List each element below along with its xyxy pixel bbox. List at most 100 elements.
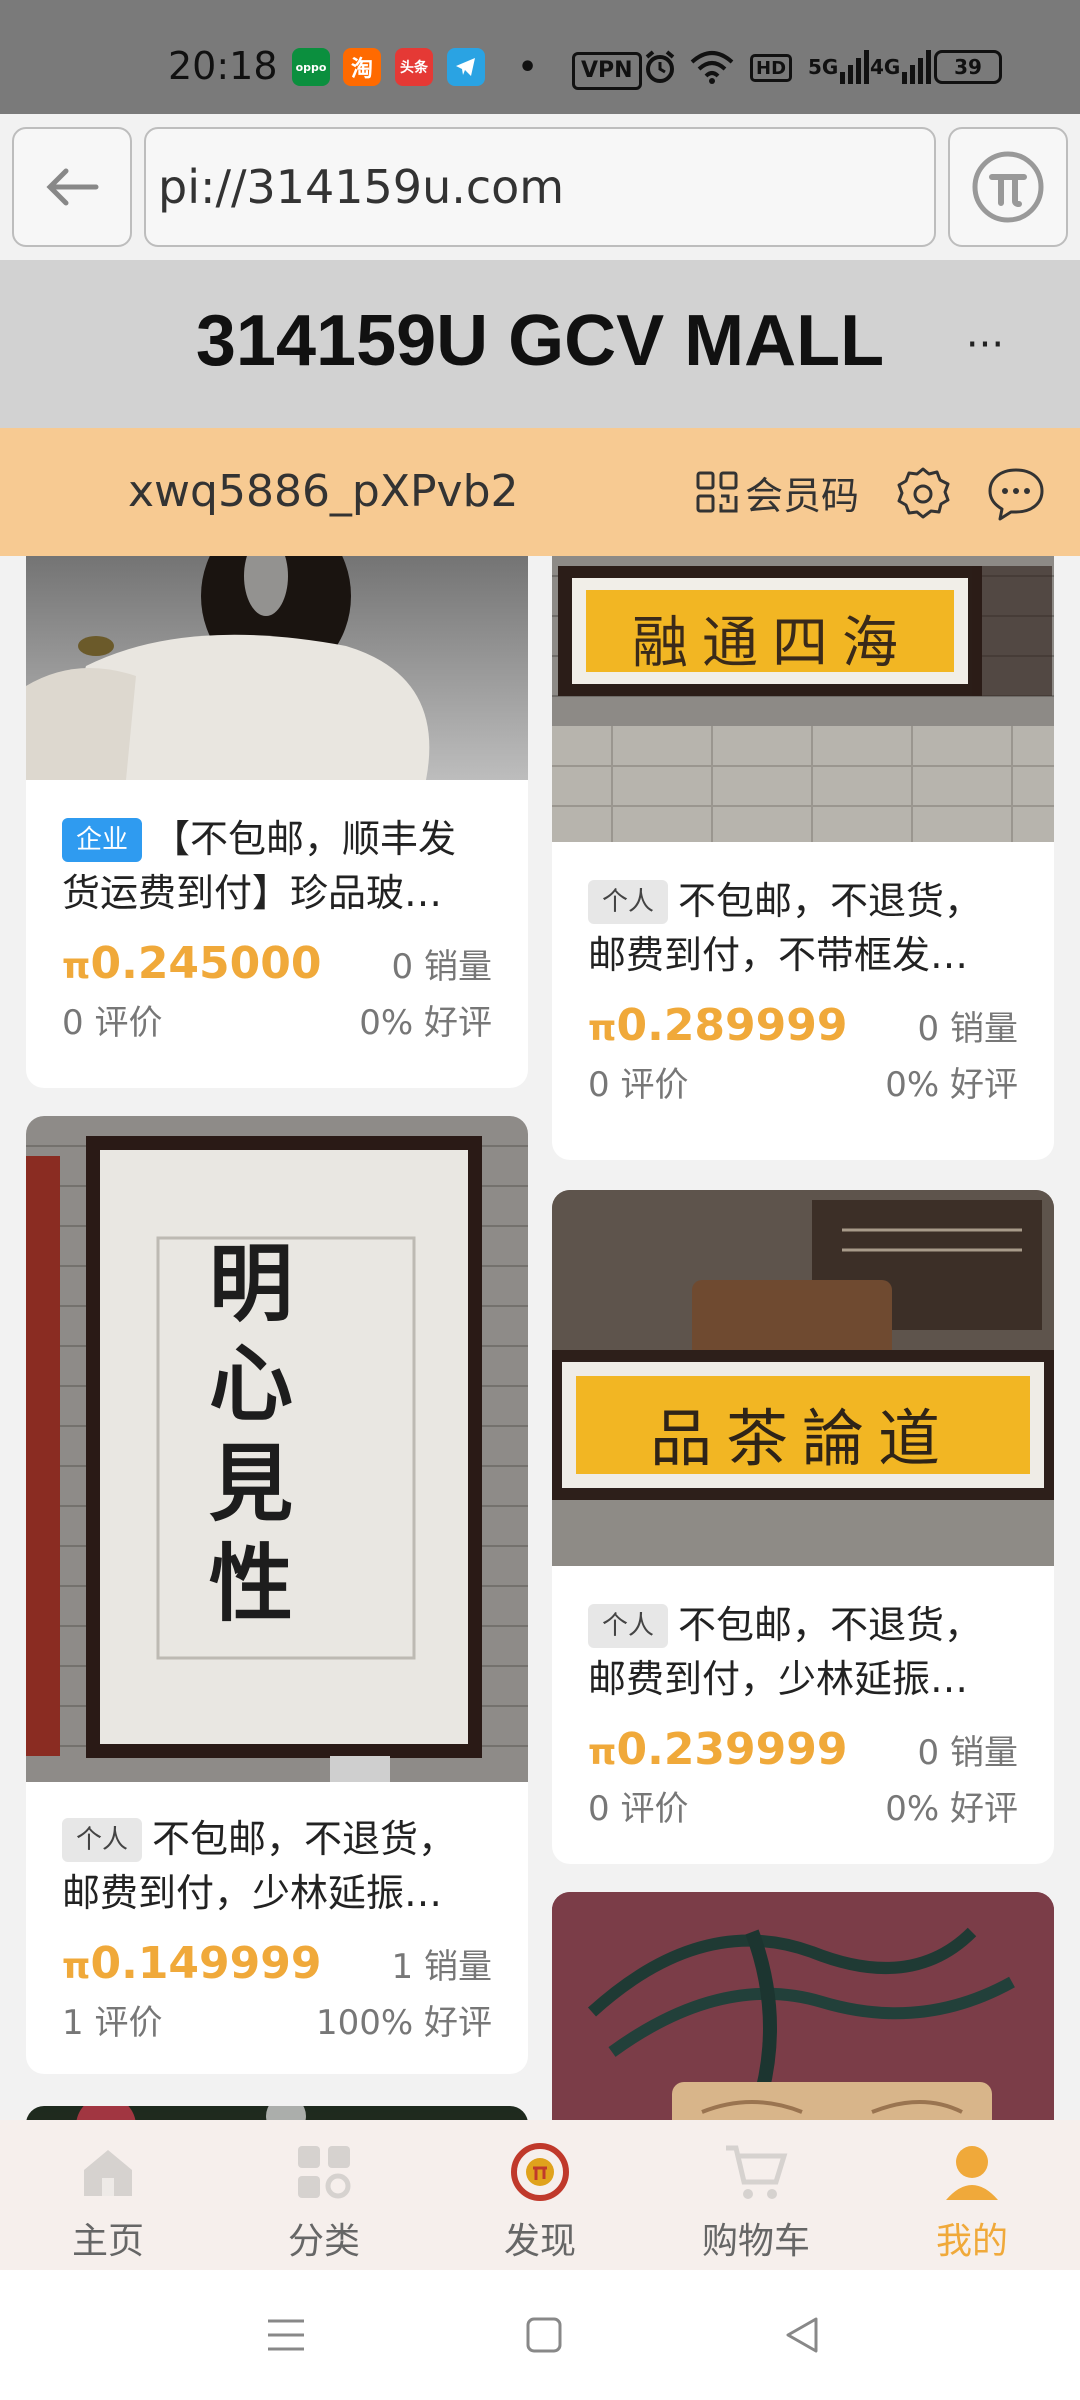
menu-nav-button[interactable] bbox=[256, 2310, 316, 2360]
user-bar: xwq5886_pXPvb2 会员码 bbox=[0, 428, 1080, 556]
product-title: 个人 不包邮，不退货，邮费到付，少林延振… bbox=[588, 1598, 1018, 1706]
url-bar[interactable]: pi://314159u.com bbox=[144, 127, 936, 247]
rating-percent: 0% 好评 bbox=[359, 1003, 492, 1043]
individual-tag: 个人 bbox=[588, 1604, 669, 1648]
rating-percent: 0% 好评 bbox=[885, 1065, 1018, 1105]
toutiao-app-icon: 头条 bbox=[395, 48, 433, 86]
taobao-app-icon: 淘 bbox=[343, 48, 381, 86]
individual-tag: 个人 bbox=[62, 1818, 143, 1862]
individual-tag: 个人 bbox=[588, 880, 669, 924]
rating-percent: 0% 好评 bbox=[885, 1789, 1018, 1829]
currency-symbol: π bbox=[62, 946, 91, 987]
product-card[interactable]: 品茶論道 个人 不包邮，不退货，邮费到付，少林延振… π0.239999 0 销量… bbox=[552, 1190, 1054, 1864]
product-price: π0.149999 bbox=[62, 1938, 322, 1989]
home-icon bbox=[76, 2140, 140, 2204]
product-title: 企业 【不包邮，顺丰发货运费到付】珍品玻… bbox=[62, 812, 492, 920]
category-icon bbox=[292, 2140, 356, 2204]
network-5g-label: 5G bbox=[808, 55, 839, 79]
enterprise-tag: 企业 bbox=[62, 818, 143, 862]
member-code-button[interactable]: 会员码 bbox=[695, 464, 859, 520]
review-count: 0 评价 bbox=[62, 1003, 163, 1043]
price-value: 0.289999 bbox=[616, 1000, 848, 1051]
product-card[interactable]: 企业 【不包邮，顺丰发货运费到付】珍品玻… π0.245000 0 销量 0 评价… bbox=[26, 556, 528, 1088]
message-button[interactable] bbox=[985, 464, 1047, 524]
url-text: pi://314159u.com bbox=[158, 160, 565, 214]
vpn-badge: VPN bbox=[572, 52, 642, 90]
nav-profile[interactable]: 我的 bbox=[864, 2120, 1080, 2270]
status-time: 20:18 bbox=[168, 44, 278, 88]
pi-browser-button[interactable] bbox=[948, 127, 1068, 247]
sales-count: 0 销量 bbox=[917, 1009, 1018, 1049]
price-value: 0.239999 bbox=[616, 1724, 848, 1775]
product-title: 个人 不包邮，不退货，邮费到付，不带框发… bbox=[588, 874, 1018, 982]
battery-level: 39 bbox=[954, 55, 982, 79]
product-title: 个人 不包邮，不退货，邮费到付，少林延振… bbox=[62, 1812, 492, 1920]
product-card[interactable] bbox=[552, 1892, 1054, 2120]
triangle-back-icon bbox=[786, 2317, 818, 2353]
product-grid: 企业 【不包邮，顺丰发货运费到付】珍品玻… π0.245000 0 销量 0 评价… bbox=[0, 556, 1080, 2120]
chat-bubble-icon bbox=[988, 468, 1044, 521]
qr-code-icon bbox=[696, 471, 738, 513]
hamburger-icon bbox=[268, 2319, 304, 2351]
nav-category[interactable]: 分类 bbox=[216, 2120, 432, 2270]
currency-symbol: π bbox=[588, 1732, 617, 1773]
square-icon bbox=[526, 2317, 562, 2353]
system-nav-bar bbox=[0, 2270, 1080, 2400]
review-count: 0 评价 bbox=[588, 1789, 689, 1829]
product-image bbox=[26, 556, 528, 780]
mall-header: 314159U GCV MALL ··· bbox=[0, 260, 1080, 428]
dot-icon: • bbox=[518, 49, 538, 85]
calligraphy-text: 明心見性 bbox=[208, 1234, 293, 1633]
price-value: 0.149999 bbox=[90, 1938, 322, 1989]
currency-symbol: π bbox=[588, 1008, 617, 1049]
back-button[interactable] bbox=[12, 127, 132, 247]
status-bar: 20:18 oppo 淘 头条 • VPN HD 5G 4G 39 bbox=[0, 0, 1080, 114]
review-count: 1 评价 bbox=[62, 2003, 163, 2043]
price-value: 0.245000 bbox=[90, 938, 322, 989]
bottom-nav: 主页 分类 发现 购物车 我的 bbox=[0, 2120, 1080, 2270]
nav-discover[interactable]: 发现 bbox=[432, 2120, 648, 2270]
signal-5g-icon: 5G bbox=[808, 48, 870, 86]
product-price: π0.245000 bbox=[62, 938, 322, 989]
more-dots-icon: ··· bbox=[965, 322, 1005, 368]
nav-cart[interactable]: 购物车 bbox=[648, 2120, 864, 2270]
profile-icon bbox=[940, 2140, 1004, 2204]
cart-icon bbox=[724, 2140, 788, 2204]
product-card[interactable]: 明心見性 个人 不包邮，不退货，邮费到付，少林延振… π0.149999 1 销量… bbox=[26, 1116, 528, 2074]
nav-home[interactable]: 主页 bbox=[0, 2120, 216, 2270]
sales-count: 1 销量 bbox=[391, 1947, 492, 1987]
calligraphy-text: 融通四海 bbox=[632, 611, 912, 676]
calligraphy-text: 品茶論道 bbox=[649, 1402, 954, 1475]
signal-4g-icon: 4G bbox=[870, 48, 932, 86]
hd-badge: HD bbox=[750, 54, 793, 82]
nav-label: 分类 bbox=[287, 2221, 360, 2262]
telegram-app-icon bbox=[447, 48, 485, 86]
discover-logo-icon bbox=[508, 2140, 572, 2204]
nav-label: 发现 bbox=[503, 2221, 576, 2262]
review-count: 0 评价 bbox=[588, 1065, 689, 1105]
wifi-icon bbox=[690, 48, 734, 86]
nav-label: 主页 bbox=[71, 2221, 144, 2262]
oppo-app-icon: oppo bbox=[292, 48, 330, 86]
product-card[interactable] bbox=[26, 2106, 528, 2120]
battery-icon: 39 bbox=[934, 50, 1002, 84]
settings-button[interactable] bbox=[893, 464, 953, 524]
member-code-label: 会员码 bbox=[745, 473, 860, 518]
pi-logo-icon bbox=[972, 151, 1044, 223]
product-price: π0.239999 bbox=[588, 1724, 848, 1775]
more-menu-button[interactable]: ··· bbox=[950, 320, 1020, 370]
product-card[interactable]: 融通四海 个人 不包邮，不退货，邮费到付，不带框发… π0.289999 0 销量… bbox=[552, 556, 1054, 1160]
alarm-icon bbox=[642, 48, 678, 86]
home-nav-button[interactable] bbox=[514, 2310, 574, 2360]
sales-count: 0 销量 bbox=[391, 947, 492, 987]
nav-label: 我的 bbox=[935, 2221, 1008, 2262]
product-image bbox=[26, 2106, 528, 2120]
product-price: π0.289999 bbox=[588, 1000, 848, 1051]
currency-symbol: π bbox=[62, 1946, 91, 1987]
product-image: 明心見性 bbox=[26, 1116, 528, 1782]
back-nav-button[interactable] bbox=[772, 2310, 832, 2360]
product-image bbox=[552, 1892, 1054, 2120]
network-4g-label: 4G bbox=[870, 55, 901, 79]
gear-icon bbox=[897, 467, 950, 519]
username: xwq5886_pXPvb2 bbox=[128, 466, 519, 517]
